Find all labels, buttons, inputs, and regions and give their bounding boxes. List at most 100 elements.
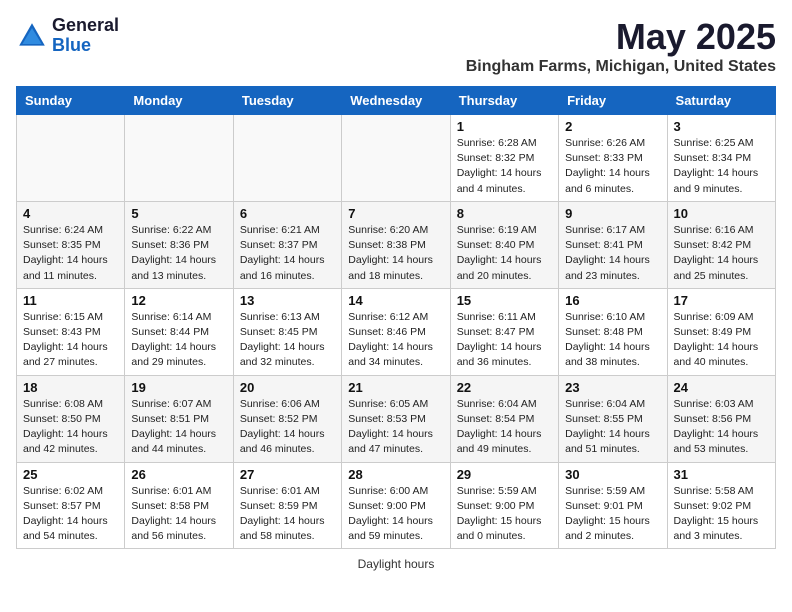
day-info: Sunrise: 6:12 AM Sunset: 8:46 PM Dayligh… bbox=[348, 310, 443, 371]
table-row: 27 Sunrise: 6:01 AM Sunset: 8:59 PM Dayli… bbox=[233, 462, 341, 549]
header-wednesday: Wednesday bbox=[342, 87, 450, 115]
day-number: 27 bbox=[240, 467, 335, 482]
table-row: 13Sunrise: 6:13 AM Sunset: 8:45 PM Dayli… bbox=[233, 288, 341, 375]
calendar-week-row: 25Sunrise: 6:02 AM Sunset: 8:57 PM Dayli… bbox=[17, 462, 776, 549]
logo-text: General Blue bbox=[52, 16, 119, 56]
day-info: Sunrise: 6:19 AM Sunset: 8:40 PM Dayligh… bbox=[457, 223, 552, 284]
day-info: Sunrise: 6:25 AM Sunset: 8:34 PM Dayligh… bbox=[674, 136, 769, 197]
calendar-week-row: 4Sunrise: 6:24 AM Sunset: 8:35 PM Daylig… bbox=[17, 201, 776, 288]
header-sunday: Sunday bbox=[17, 87, 125, 115]
calendar-header-row: Sunday Monday Tuesday Wednesday Thursday… bbox=[17, 87, 776, 115]
table-row: 5Sunrise: 6:22 AM Sunset: 8:36 PM Daylig… bbox=[125, 201, 233, 288]
day-info: Sunrise: 6:15 AM Sunset: 8:43 PM Dayligh… bbox=[23, 310, 118, 371]
table-row: 15Sunrise: 6:11 AM Sunset: 8:47 PM Dayli… bbox=[450, 288, 558, 375]
table-row: 29Sunrise: 5:59 AM Sunset: 9:00 PM Dayli… bbox=[450, 462, 558, 549]
day-info: Sunrise: 6:28 AM Sunset: 8:32 PM Dayligh… bbox=[457, 136, 552, 197]
logo-general: General bbox=[52, 16, 119, 36]
day-number: 12 bbox=[131, 293, 226, 308]
day-info: Sunrise: 6:17 AM Sunset: 8:41 PM Dayligh… bbox=[565, 223, 660, 284]
header-monday: Monday bbox=[125, 87, 233, 115]
table-row bbox=[125, 115, 233, 202]
table-row: 3 Sunrise: 6:25 AM Sunset: 8:34 PM Daylig… bbox=[667, 115, 775, 202]
table-row: 7Sunrise: 6:20 AM Sunset: 8:38 PM Daylig… bbox=[342, 201, 450, 288]
day-info: Sunrise: 6:03 AM Sunset: 8:56 PM Dayligh… bbox=[674, 397, 769, 458]
header-friday: Friday bbox=[559, 87, 667, 115]
table-row: 6 Sunrise: 6:21 AM Sunset: 8:37 PM Daylig… bbox=[233, 201, 341, 288]
table-row: 2 Sunrise: 6:26 AM Sunset: 8:33 PM Daylig… bbox=[559, 115, 667, 202]
table-row: 4Sunrise: 6:24 AM Sunset: 8:35 PM Daylig… bbox=[17, 201, 125, 288]
day-info: Sunrise: 6:05 AM Sunset: 8:53 PM Dayligh… bbox=[348, 397, 443, 458]
day-number: 9 bbox=[565, 206, 660, 221]
day-number: 1 bbox=[457, 119, 552, 134]
table-row bbox=[342, 115, 450, 202]
day-number: 22 bbox=[457, 380, 552, 395]
day-info: Sunrise: 6:02 AM Sunset: 8:57 PM Dayligh… bbox=[23, 484, 118, 545]
day-number: 16 bbox=[565, 293, 660, 308]
day-info: Sunrise: 6:07 AM Sunset: 8:51 PM Dayligh… bbox=[131, 397, 226, 458]
table-row: 30 Sunrise: 5:59 AM Sunset: 9:01 PM Dayli… bbox=[559, 462, 667, 549]
day-info: Sunrise: 6:01 AM Sunset: 8:59 PM Dayligh… bbox=[240, 484, 335, 545]
header-tuesday: Tuesday bbox=[233, 87, 341, 115]
day-number: 19 bbox=[131, 380, 226, 395]
table-row: 23 Sunrise: 6:04 AM Sunset: 8:55 PM Dayli… bbox=[559, 375, 667, 462]
day-number: 24 bbox=[674, 380, 769, 395]
day-info: Sunrise: 6:01 AM Sunset: 8:58 PM Dayligh… bbox=[131, 484, 226, 545]
logo-icon bbox=[16, 20, 48, 52]
table-row: 18 Sunrise: 6:08 AM Sunset: 8:50 PM Dayli… bbox=[17, 375, 125, 462]
table-row: 8 Sunrise: 6:19 AM Sunset: 8:40 PM Daylig… bbox=[450, 201, 558, 288]
calendar-week-row: 11 Sunrise: 6:15 AM Sunset: 8:43 PM Dayli… bbox=[17, 288, 776, 375]
day-number: 31 bbox=[674, 467, 769, 482]
day-info: Sunrise: 6:14 AM Sunset: 8:44 PM Dayligh… bbox=[131, 310, 226, 371]
day-number: 30 bbox=[565, 467, 660, 482]
table-row: 14Sunrise: 6:12 AM Sunset: 8:46 PM Dayli… bbox=[342, 288, 450, 375]
day-number: 18 bbox=[23, 380, 118, 395]
table-row: 17Sunrise: 6:09 AM Sunset: 8:49 PM Dayli… bbox=[667, 288, 775, 375]
table-row bbox=[233, 115, 341, 202]
day-info: Sunrise: 6:21 AM Sunset: 8:37 PM Dayligh… bbox=[240, 223, 335, 284]
logo: General Blue bbox=[16, 16, 119, 56]
header-thursday: Thursday bbox=[450, 87, 558, 115]
table-row: 31Sunrise: 5:58 AM Sunset: 9:02 PM Dayli… bbox=[667, 462, 775, 549]
table-row: 16Sunrise: 6:10 AM Sunset: 8:48 PM Dayli… bbox=[559, 288, 667, 375]
day-number: 11 bbox=[23, 293, 118, 308]
day-number: 26 bbox=[131, 467, 226, 482]
day-number: 28 bbox=[348, 467, 443, 482]
logo-blue: Blue bbox=[52, 36, 119, 56]
header-saturday: Saturday bbox=[667, 87, 775, 115]
footer: Daylight hours bbox=[16, 557, 776, 571]
title-section: May 2025 Bingham Farms, Michigan, United… bbox=[466, 16, 776, 76]
month-title: May 2025 bbox=[466, 16, 776, 58]
calendar-week-row: 1 Sunrise: 6:28 AM Sunset: 8:32 PM Daylig… bbox=[17, 115, 776, 202]
table-row: 19 Sunrise: 6:07 AM Sunset: 8:51 PM Dayli… bbox=[125, 375, 233, 462]
day-info: Sunrise: 6:13 AM Sunset: 8:45 PM Dayligh… bbox=[240, 310, 335, 371]
day-number: 5 bbox=[131, 206, 226, 221]
table-row: 21 Sunrise: 6:05 AM Sunset: 8:53 PM Dayli… bbox=[342, 375, 450, 462]
day-info: Sunrise: 6:11 AM Sunset: 8:47 PM Dayligh… bbox=[457, 310, 552, 371]
day-info: Sunrise: 6:08 AM Sunset: 8:50 PM Dayligh… bbox=[23, 397, 118, 458]
location-title: Bingham Farms, Michigan, United States bbox=[466, 58, 776, 76]
day-number: 17 bbox=[674, 293, 769, 308]
day-number: 21 bbox=[348, 380, 443, 395]
day-info: Sunrise: 6:06 AM Sunset: 8:52 PM Dayligh… bbox=[240, 397, 335, 458]
day-number: 2 bbox=[565, 119, 660, 134]
day-number: 7 bbox=[348, 206, 443, 221]
day-number: 23 bbox=[565, 380, 660, 395]
day-info: Sunrise: 6:04 AM Sunset: 8:54 PM Dayligh… bbox=[457, 397, 552, 458]
day-number: 8 bbox=[457, 206, 552, 221]
table-row: 25Sunrise: 6:02 AM Sunset: 8:57 PM Dayli… bbox=[17, 462, 125, 549]
day-number: 20 bbox=[240, 380, 335, 395]
day-info: Sunrise: 5:59 AM Sunset: 9:01 PM Dayligh… bbox=[565, 484, 660, 545]
table-row: 12 Sunrise: 6:14 AM Sunset: 8:44 PM Dayli… bbox=[125, 288, 233, 375]
day-info: Sunrise: 6:26 AM Sunset: 8:33 PM Dayligh… bbox=[565, 136, 660, 197]
day-number: 6 bbox=[240, 206, 335, 221]
day-number: 4 bbox=[23, 206, 118, 221]
calendar: Sunday Monday Tuesday Wednesday Thursday… bbox=[16, 86, 776, 549]
table-row: 20 Sunrise: 6:06 AM Sunset: 8:52 PM Dayli… bbox=[233, 375, 341, 462]
day-info: Sunrise: 6:04 AM Sunset: 8:55 PM Dayligh… bbox=[565, 397, 660, 458]
day-info: Sunrise: 6:00 AM Sunset: 9:00 PM Dayligh… bbox=[348, 484, 443, 545]
day-number: 29 bbox=[457, 467, 552, 482]
table-row: 28 Sunrise: 6:00 AM Sunset: 9:00 PM Dayli… bbox=[342, 462, 450, 549]
day-number: 3 bbox=[674, 119, 769, 134]
table-row: 1 Sunrise: 6:28 AM Sunset: 8:32 PM Daylig… bbox=[450, 115, 558, 202]
table-row: 10Sunrise: 6:16 AM Sunset: 8:42 PM Dayli… bbox=[667, 201, 775, 288]
